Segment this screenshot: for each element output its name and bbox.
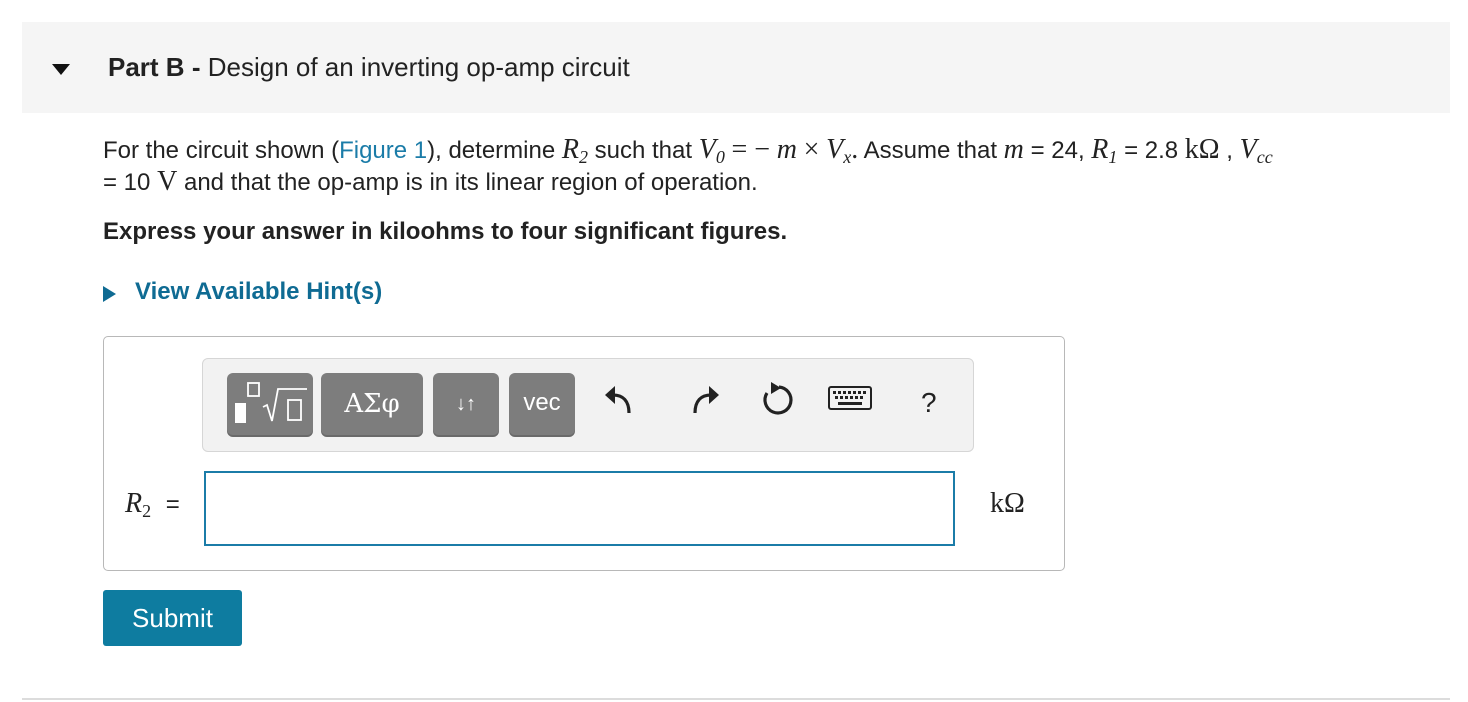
collapse-toggle-icon[interactable] (52, 64, 70, 75)
r2-symbol: R2 (561, 134, 588, 167)
vcc-symbol: Vcc (1239, 134, 1273, 167)
answer-input[interactable] (204, 471, 955, 546)
fraction-sqrt-icon (235, 382, 307, 423)
part-title-text: Design of an inverting op-amp circuit (207, 52, 630, 82)
math-toolbar: ΑΣφ ↓↑ vec ? (202, 358, 974, 452)
part-separator: - (191, 52, 201, 82)
undo-icon[interactable] (599, 379, 645, 431)
bottom-divider (22, 698, 1450, 700)
help-button[interactable]: ? (921, 387, 937, 419)
submit-button[interactable]: Submit (103, 590, 242, 646)
vo-symbol: V0 (698, 134, 725, 167)
part-title: Part B - Design of an inverting op-amp c… (108, 50, 630, 84)
vector-button[interactable]: vec (509, 373, 575, 437)
part-label: Part B (108, 52, 185, 82)
reset-icon[interactable] (757, 379, 803, 431)
subscript-superscript-button[interactable]: ↓↑ (433, 373, 499, 437)
hint-caret-icon (103, 286, 116, 302)
r1-symbol: R1 (1091, 134, 1118, 167)
templates-button[interactable] (227, 373, 313, 437)
keyboard-icon[interactable] (827, 385, 875, 425)
vx-symbol: Vx (826, 134, 852, 167)
answer-unit: kΩ (990, 488, 1025, 519)
answer-instruction: Express your answer in kiloohms to four … (103, 218, 788, 245)
greek-symbols-button[interactable]: ΑΣφ (321, 373, 423, 437)
redo-icon[interactable] (685, 379, 731, 431)
figure-link[interactable]: Figure 1 (339, 137, 427, 164)
answer-variable-label: R2 = (125, 488, 180, 521)
problem-statement-line-2: = 10 V and that the op-amp is in its lin… (103, 166, 758, 197)
view-hints-label[interactable]: View Available Hint(s) (135, 278, 382, 306)
